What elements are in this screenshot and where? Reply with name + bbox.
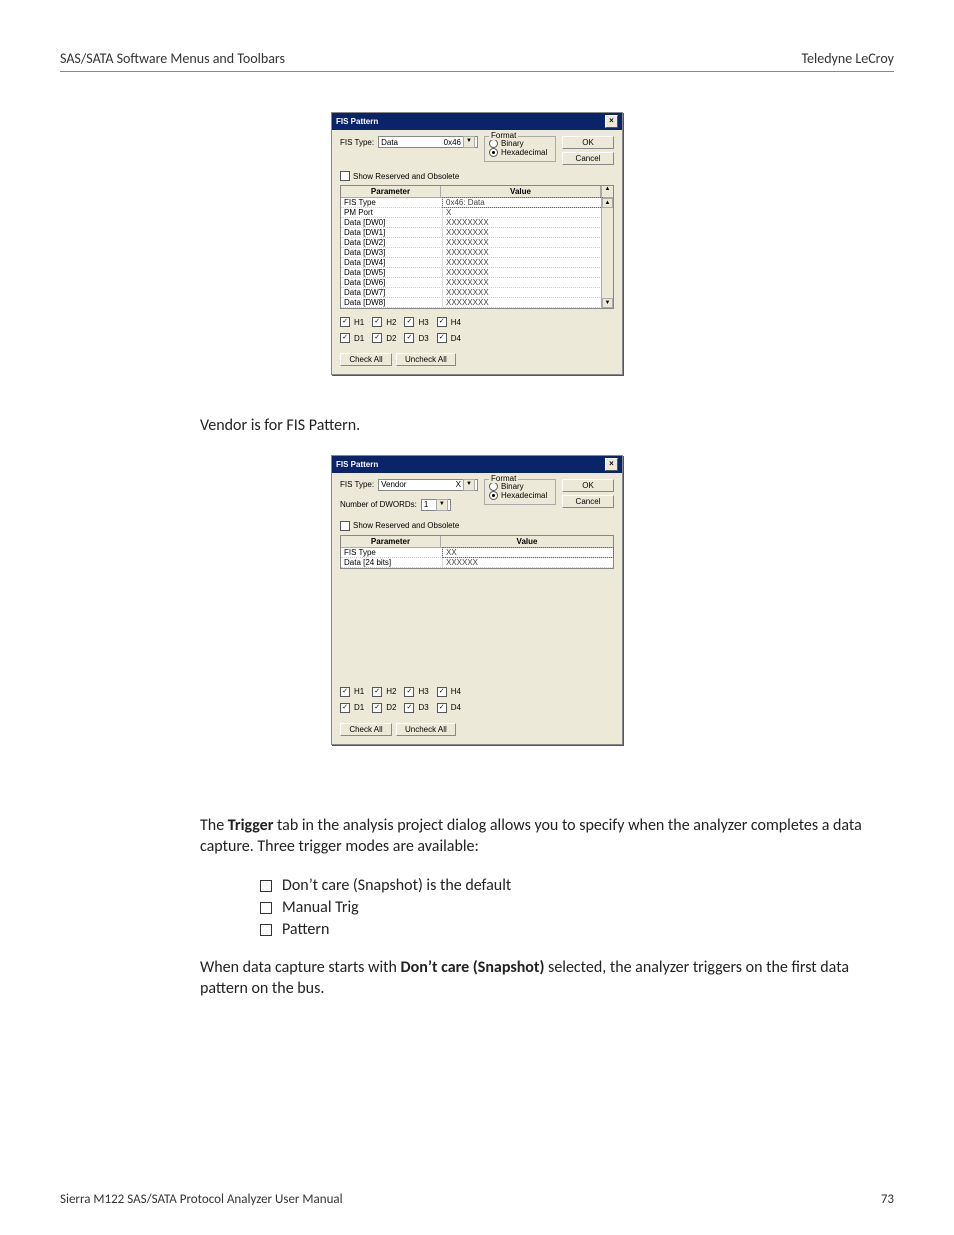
cancel-button[interactable]: Cancel bbox=[562, 495, 614, 508]
dialog-title: FIS Pattern bbox=[336, 117, 378, 126]
dialog-title: FIS Pattern bbox=[336, 460, 378, 469]
h4-checkbox[interactable] bbox=[437, 317, 447, 327]
check-all-button[interactable]: Check All bbox=[340, 723, 392, 736]
parameter-grid: Parameter Value ▲ FIS Type0x46: Data PM … bbox=[340, 185, 614, 309]
format-hex-radio[interactable]: Hexadecimal bbox=[489, 491, 551, 500]
format-binary-radio[interactable]: Binary bbox=[489, 139, 551, 148]
table-row[interactable]: Data [DW1]XXXXXXXX bbox=[341, 228, 602, 238]
check-all-button[interactable]: Check All bbox=[340, 353, 392, 366]
uncheck-all-button[interactable]: Uncheck All bbox=[396, 723, 456, 736]
header-left: SAS/SATA Software Menus and Toolbars bbox=[60, 50, 285, 67]
list-item: Manual Trig bbox=[260, 898, 894, 917]
ok-button[interactable]: OK bbox=[562, 136, 614, 149]
d4-checkbox[interactable] bbox=[437, 333, 447, 343]
h1-checkbox[interactable] bbox=[340, 687, 350, 697]
table-row[interactable]: Data [DW4]XXXXXXXX bbox=[341, 258, 602, 268]
table-row[interactable]: Data [DW7]XXXXXXXX bbox=[341, 288, 602, 298]
parameter-grid: Parameter Value FIS TypeXX Data [24 bits… bbox=[340, 535, 614, 569]
vendor-caption: Vendor is for FIS Pattern. bbox=[200, 415, 894, 437]
d2-checkbox[interactable] bbox=[372, 703, 382, 713]
table-row[interactable]: Data [DW5]XXXXXXXX bbox=[341, 268, 602, 278]
table-row[interactable]: FIS Type0x46: Data bbox=[341, 198, 602, 208]
close-icon[interactable]: × bbox=[605, 458, 618, 471]
table-row[interactable]: FIS TypeXX bbox=[341, 548, 613, 558]
page-footer: Sierra M122 SAS/SATA Protocol Analyzer U… bbox=[60, 1192, 894, 1207]
fis-code: X bbox=[456, 480, 461, 489]
chevron-down-icon[interactable]: ▼ bbox=[463, 479, 475, 491]
table-row[interactable]: Data [DW0]XXXXXXXX bbox=[341, 218, 602, 228]
fis-pattern-dialog-vendor: FIS Pattern × FIS Type: Vendor X ▼ bbox=[331, 455, 623, 745]
ok-button[interactable]: OK bbox=[562, 479, 614, 492]
dialog-titlebar: FIS Pattern × bbox=[332, 456, 622, 473]
fis-type-label: FIS Type: bbox=[340, 138, 374, 147]
fis-type-label: FIS Type: bbox=[340, 480, 374, 489]
table-row[interactable]: Data [DW3]XXXXXXXX bbox=[341, 248, 602, 258]
h2-checkbox[interactable] bbox=[372, 317, 382, 327]
footer-page-number: 73 bbox=[881, 1192, 894, 1207]
footer-left: Sierra M122 SAS/SATA Protocol Analyzer U… bbox=[60, 1192, 343, 1207]
fis-pattern-dialog-data: FIS Pattern × FIS Type: Data 0x46 ▼ bbox=[331, 112, 623, 375]
d2-checkbox[interactable] bbox=[372, 333, 382, 343]
scroll-up-icon[interactable]: ▲ bbox=[602, 198, 613, 208]
h3-checkbox[interactable] bbox=[404, 687, 414, 697]
trigger-paragraph: The Trigger tab in the analysis project … bbox=[200, 815, 894, 858]
fis-type-value: Data bbox=[381, 138, 398, 147]
dialog-titlebar: FIS Pattern × bbox=[332, 113, 622, 130]
col-value[interactable]: Value bbox=[441, 536, 613, 547]
format-group: Format Binary Hexadecimal bbox=[484, 136, 556, 162]
h3-checkbox[interactable] bbox=[404, 317, 414, 327]
show-reserved-checkbox[interactable] bbox=[340, 171, 350, 181]
scroll-up-icon[interactable]: ▲ bbox=[601, 186, 613, 197]
uncheck-all-button[interactable]: Uncheck All bbox=[396, 353, 456, 366]
fis-type-select[interactable]: Data 0x46 ▼ bbox=[378, 136, 478, 148]
format-legend: Format bbox=[489, 474, 518, 483]
table-row[interactable]: PM PortX bbox=[341, 208, 602, 218]
h2-checkbox[interactable] bbox=[372, 687, 382, 697]
table-row[interactable]: Data [DW2]XXXXXXXX bbox=[341, 238, 602, 248]
d1-checkbox[interactable] bbox=[340, 703, 350, 713]
h1-checkbox[interactable] bbox=[340, 317, 350, 327]
col-parameter[interactable]: Parameter bbox=[341, 536, 441, 547]
table-row[interactable]: Data [DW6]XXXXXXXX bbox=[341, 278, 602, 288]
format-group: Format Binary Hexadecimal bbox=[484, 479, 556, 505]
col-value[interactable]: Value bbox=[441, 186, 601, 197]
fis-type-value: Vendor bbox=[381, 480, 406, 489]
list-item: Pattern bbox=[260, 920, 894, 939]
chevron-down-icon[interactable]: ▼ bbox=[436, 499, 448, 511]
fis-code: 0x46 bbox=[444, 138, 461, 147]
header-right: Teledyne LeCroy bbox=[801, 50, 894, 67]
fis-type-select[interactable]: Vendor X ▼ bbox=[378, 479, 478, 491]
d1-checkbox[interactable] bbox=[340, 333, 350, 343]
scroll-down-icon[interactable]: ▼ bbox=[602, 298, 613, 308]
page-header: SAS/SATA Software Menus and Toolbars Tel… bbox=[60, 50, 894, 72]
show-reserved-label: Show Reserved and Obsolete bbox=[353, 521, 459, 530]
format-legend: Format bbox=[489, 131, 518, 140]
d3-checkbox[interactable] bbox=[404, 703, 414, 713]
chevron-down-icon[interactable]: ▼ bbox=[463, 136, 475, 148]
table-row[interactable]: Data [DW8]XXXXXXXX bbox=[341, 298, 602, 308]
list-item: Don’t care (Snapshot) is the default bbox=[260, 876, 894, 895]
format-hex-radio[interactable]: Hexadecimal bbox=[489, 148, 551, 157]
table-row[interactable]: Data [24 bits]XXXXXX bbox=[341, 558, 613, 568]
show-reserved-label: Show Reserved and Obsolete bbox=[353, 172, 459, 181]
snapshot-paragraph: When data capture starts with Don’t care… bbox=[200, 957, 894, 1000]
close-icon[interactable]: × bbox=[605, 115, 618, 128]
vertical-scrollbar[interactable]: ▲ ▼ bbox=[601, 198, 613, 308]
trigger-modes-list: Don’t care (Snapshot) is the default Man… bbox=[260, 876, 894, 939]
format-binary-radio[interactable]: Binary bbox=[489, 482, 551, 491]
d3-checkbox[interactable] bbox=[404, 333, 414, 343]
dwords-label: Number of DWORDs: bbox=[340, 500, 417, 509]
h4-checkbox[interactable] bbox=[437, 687, 447, 697]
col-parameter[interactable]: Parameter bbox=[341, 186, 441, 197]
d4-checkbox[interactable] bbox=[437, 703, 447, 713]
dwords-select[interactable]: 1 ▼ bbox=[421, 499, 451, 511]
cancel-button[interactable]: Cancel bbox=[562, 152, 614, 165]
show-reserved-checkbox[interactable] bbox=[340, 521, 350, 531]
